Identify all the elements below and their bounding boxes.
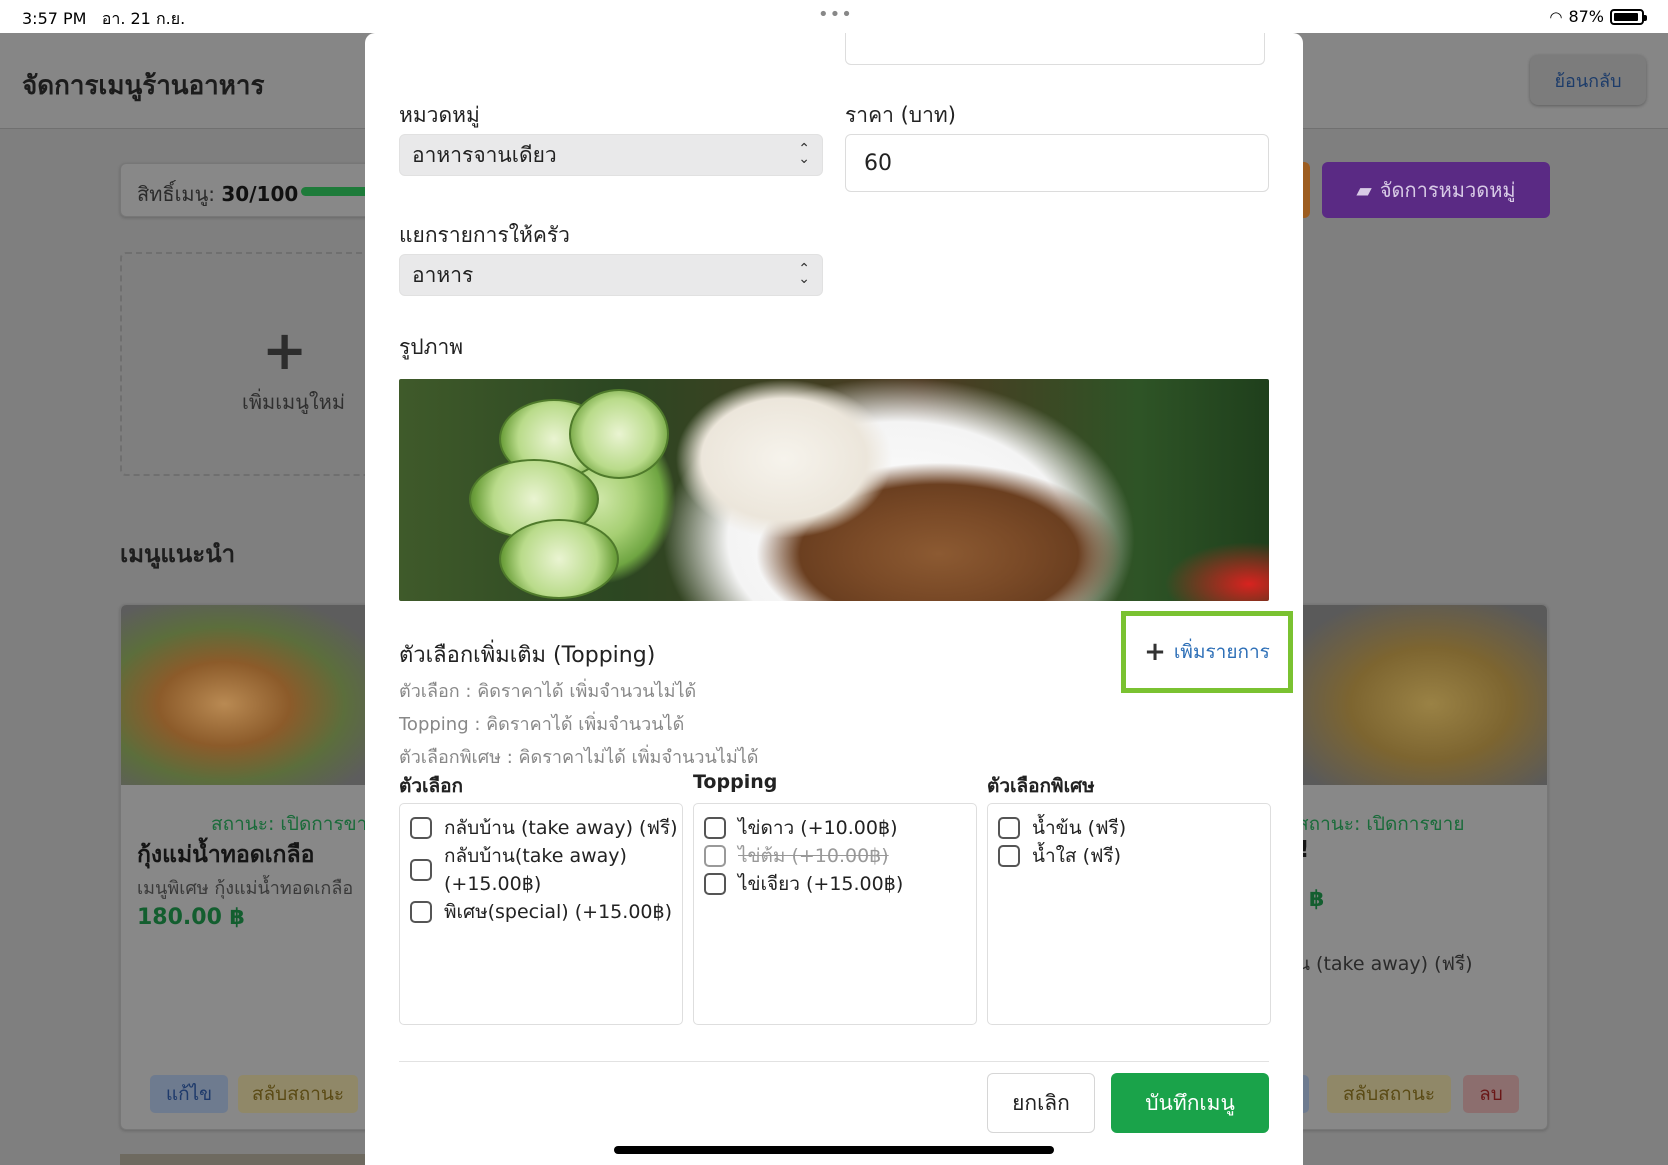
special-column-title: ตัวเลือกพิเศษ xyxy=(987,775,1095,797)
back-button[interactable]: ย้อนกลับ xyxy=(1530,55,1646,105)
checkbox[interactable] xyxy=(704,845,726,867)
checkbox[interactable] xyxy=(704,817,726,839)
wifi-icon: ◠ xyxy=(1549,7,1563,26)
toggle-status-button[interactable]: สลับสถานะ xyxy=(238,1075,358,1113)
status-right: ◠ 87% xyxy=(1549,7,1647,26)
chevron-updown-icon: ⌃ ⌄ xyxy=(798,141,810,167)
menu-option: น (take away) (ฟรี) xyxy=(1297,953,1473,975)
hint-options: ตัวเลือก : คิดราคาได้ เพิ่มจำนวนไม่ได้ xyxy=(399,681,697,702)
menu-photo xyxy=(1289,605,1547,785)
special-box: น้ำข้น (ฟรี) น้ำใส (ฟรี) xyxy=(987,803,1271,1025)
plus-icon: + xyxy=(262,319,308,382)
option-item[interactable]: กลับบ้าน (take away) (ฟรี) xyxy=(410,814,678,842)
home-indicator[interactable] xyxy=(614,1146,1054,1154)
price-value: 60 xyxy=(864,150,892,176)
special-item[interactable]: น้ำข้น (ฟรี) xyxy=(998,814,1126,842)
option-item[interactable]: กลับบ้าน(take away) (+15.00฿) xyxy=(410,842,627,898)
status-bar: 3:57 PM อา. 21 ก.ย. ••• ◠ 87% xyxy=(0,0,1668,33)
category-select[interactable]: อาหารจานเดียว ⌃ ⌄ xyxy=(399,134,823,176)
add-menu-label: เพิ่มเมนูใหม่ xyxy=(242,390,346,414)
topping-item[interactable]: ไข่ดาว (+10.00฿) xyxy=(704,814,898,842)
battery-icon xyxy=(1610,8,1647,25)
topping-column-title: Topping xyxy=(693,771,778,793)
special-item[interactable]: น้ำใส (ฟรี) xyxy=(998,842,1121,870)
menu-status: สถานะ: เปิดการขาย xyxy=(211,813,379,835)
page-title: จัดการเมนูร้านอาหาร xyxy=(22,71,265,101)
menu-card: สถานะ: เปิดการขาย ! ฿ น (take away) (ฟรี… xyxy=(1288,604,1548,1130)
checkbox[interactable] xyxy=(410,901,432,923)
price-input[interactable]: 60 xyxy=(845,134,1269,192)
cancel-button[interactable]: ยกเลิก xyxy=(987,1073,1095,1133)
quota-text: สิทธิ์เมนู: 30/100 xyxy=(137,182,299,206)
kitchen-value: อาหาร xyxy=(412,262,474,287)
add-menu-card[interactable]: + เพิ่มเมนูใหม่ xyxy=(120,252,380,476)
menu-card: สถานะ: เปิดการขาย กุ้งแม่น้ำทอดเกลือ เมน… xyxy=(120,604,380,1130)
manage-categories-button[interactable]: ▰ จัดการหมวดหมู่ xyxy=(1322,162,1550,218)
checkbox[interactable] xyxy=(410,817,432,839)
topping-item[interactable]: ไข่เจียว (+15.00฿) xyxy=(704,870,903,898)
options-box: กลับบ้าน (take away) (ฟรี) กลับบ้าน(take… xyxy=(399,803,683,1025)
cucumber-slices xyxy=(459,389,669,599)
menu-quota: สิทธิ์เมนู: 30/100 xyxy=(120,163,391,217)
category-value: อาหารจานเดียว xyxy=(412,142,557,167)
kitchen-label: แยกรายการให้ครัว xyxy=(399,223,570,247)
menu-desc: เมนูพิเศษ กุ้งแม่น้ำทอดเกลือ xyxy=(137,878,354,899)
name-input[interactable] xyxy=(845,33,1265,65)
folder-icon: ▰ xyxy=(1356,178,1372,202)
delete-button[interactable]: ลบ xyxy=(1463,1075,1519,1113)
option-item[interactable]: พิเศษ(special) (+15.00฿) xyxy=(410,898,672,926)
footer-divider xyxy=(399,1061,1269,1062)
checkbox[interactable] xyxy=(410,859,432,881)
edit-button[interactable]: แก้ไข xyxy=(150,1075,228,1113)
bg-card-edge xyxy=(120,1154,365,1165)
price-label: ราคา (บาท) xyxy=(845,103,956,127)
kitchen-select[interactable]: อาหาร ⌃ ⌄ xyxy=(399,254,823,296)
menu-photo xyxy=(121,605,379,785)
manage-categories-label: จัดการหมวดหมู่ xyxy=(1379,178,1516,202)
edit-menu-modal: หมวดหมู่ อาหารจานเดียว ⌃ ⌄ ราคา (บาท) 60 … xyxy=(365,33,1303,1165)
menu-price: 180.00 ฿ xyxy=(137,905,245,930)
plus-icon: + xyxy=(1144,637,1166,667)
menu-price: ฿ xyxy=(1309,887,1325,912)
image-label: รูปภาพ xyxy=(399,335,464,359)
topping-box: ไข่ดาว (+10.00฿) ไข่ต้ม (+10.00฿) ไข่เจี… xyxy=(693,803,977,1025)
battery-percent: 87% xyxy=(1568,7,1604,26)
chevron-updown-icon: ⌃ ⌄ xyxy=(798,261,810,287)
checkbox[interactable] xyxy=(704,873,726,895)
add-item-label: เพิ่มรายการ xyxy=(1173,641,1270,663)
add-item-button[interactable]: + เพิ่มรายการ xyxy=(1121,611,1293,693)
status-time: 3:57 PM อา. 21 ก.ย. xyxy=(22,9,186,28)
category-label: หมวดหมู่ xyxy=(399,103,480,127)
hint-topping: Topping : คิดราคาได้ เพิ่มจำนวนได้ xyxy=(399,714,685,735)
multitask-dots[interactable]: ••• xyxy=(818,4,853,25)
checkbox[interactable] xyxy=(998,817,1020,839)
options-column-title: ตัวเลือก xyxy=(399,775,464,797)
recommended-section-title: เมนูแนะนำ xyxy=(120,540,236,568)
topping-title: ตัวเลือกเพิ่มเติม (Topping) xyxy=(399,643,656,668)
toggle-status-button[interactable]: สลับสถานะ xyxy=(1327,1075,1451,1113)
topping-item-disabled[interactable]: ไข่ต้ม (+10.00฿) xyxy=(704,842,889,870)
checkbox[interactable] xyxy=(998,845,1020,867)
menu-image[interactable] xyxy=(399,379,1269,601)
menu-status: สถานะ: เปิดการขาย xyxy=(1297,813,1465,835)
save-menu-button[interactable]: บันทึกเมนู xyxy=(1111,1073,1269,1133)
hint-special: ตัวเลือกพิเศษ : คิดราคาไม่ได้ เพิ่มจำนวน… xyxy=(399,747,759,768)
menu-name: กุ้งแม่น้ำทอดเกลือ xyxy=(137,842,315,868)
